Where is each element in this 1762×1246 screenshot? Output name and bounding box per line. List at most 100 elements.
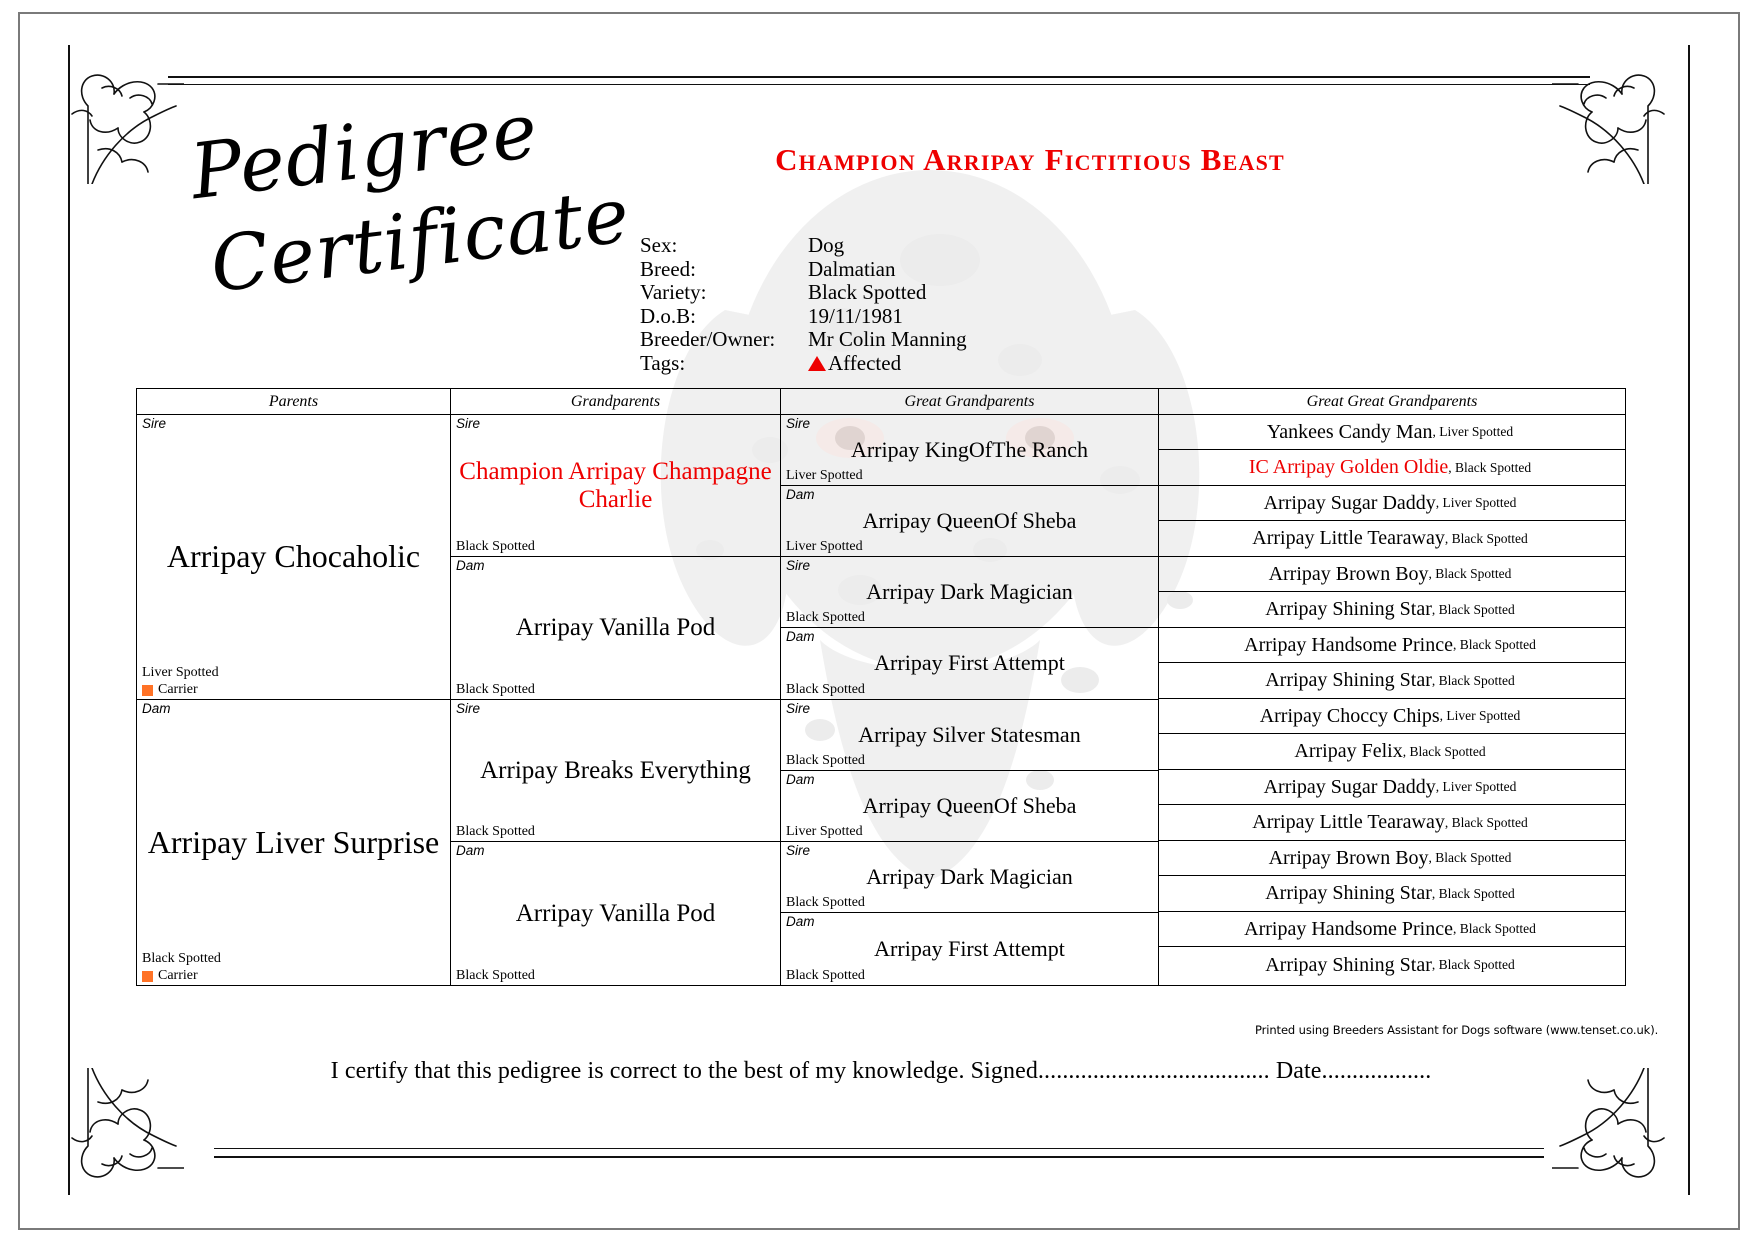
ggg-variety-16: , Black Spotted xyxy=(1431,957,1515,972)
carrier-square-icon xyxy=(142,970,153,982)
detail-value-breed: Dalmatian xyxy=(808,256,896,281)
ggg-name-6: Arripay Shining Star xyxy=(1265,598,1432,620)
pedigree-body: Sire Arripay Chocaholic Liver Spotted Ca… xyxy=(137,415,1625,985)
ggg-cell-16: Arripay Shining Star , Black Spotted xyxy=(1159,947,1625,983)
ggg-cell-14: Arripay Shining Star , Black Spotted xyxy=(1159,876,1625,912)
ggg-name-10: Arripay Felix xyxy=(1294,740,1403,762)
ggg-name-13: Arripay Brown Boy xyxy=(1268,846,1429,869)
ggg-name-16: Arripay Shining Star xyxy=(1265,953,1432,976)
dog-name-heading: Champion Arripay Fictitious Beast xyxy=(775,142,1285,177)
detail-row-breeder: Breeder/Owner: Mr Colin Manning xyxy=(640,327,967,352)
ggg-name-12: Arripay Little Tearaway xyxy=(1252,811,1445,833)
ggg-cell-3: Arripay Sugar Daddy , Liver Spotted xyxy=(1159,486,1625,521)
ggg-name-11: Arripay Sugar Daddy xyxy=(1263,775,1436,798)
ggg-cell-15: Arripay Handsome Prince , Black Spotted xyxy=(1159,912,1625,947)
great-grandparent-variety-3: Black Spotted xyxy=(786,610,865,625)
parent-variety-sire: Liver Spotted xyxy=(142,665,219,680)
role-label: Sire xyxy=(456,416,481,431)
tag-affected-label: Affected xyxy=(828,350,902,375)
detail-value-sex: Dog xyxy=(808,233,845,257)
detail-label-breed: Breed: xyxy=(640,256,696,281)
role-label-dam: Dam xyxy=(142,701,171,716)
ggg-cell-11: Arripay Sugar Daddy , Liver Spotted xyxy=(1159,770,1625,805)
bottom-rule-outer xyxy=(214,1156,1544,1158)
great-grandparent-variety-4: Black Spotted xyxy=(786,682,865,697)
grandparent-name-3: Arripay Breaks Everything xyxy=(480,756,751,784)
role-label: Dam xyxy=(786,487,815,502)
great-grandparent-cell-2: Dam Arripay QueenOf Sheba Liver Spotted xyxy=(781,486,1158,557)
great-grandparent-cell-8: Dam Arripay First Attempt Black Spotted xyxy=(781,913,1158,985)
ggg-cell-5: Arripay Brown Boy , Black Spotted xyxy=(1159,557,1625,592)
great-grandparent-cell-3: Sire Arripay Dark Magician Black Spotted xyxy=(781,557,1158,628)
dog-details: Sex: Dog Breed: Dalmatian Variety: Black… xyxy=(640,233,967,376)
ggg-cell-8: Arripay Shining Star , Black Spotted xyxy=(1159,663,1625,699)
ggg-variety-9: , Liver Spotted xyxy=(1439,708,1521,723)
ggg-variety-10: , Black Spotted xyxy=(1402,743,1486,759)
great-grandparent-name-5: Arripay Silver Statesman xyxy=(858,721,1081,747)
role-label: Sire xyxy=(786,558,811,573)
great-grandparent-variety-7: Black Spotted xyxy=(786,895,865,910)
parent-name-sire: Arripay Chocaholic xyxy=(166,538,421,575)
ggg-name-9: Arripay Choccy Chips xyxy=(1259,704,1440,727)
ggg-variety-11: , Liver Spotted xyxy=(1435,779,1517,794)
role-label: Sire xyxy=(456,701,481,716)
detail-value-breeder: Mr Colin Manning xyxy=(808,327,967,351)
ggg-variety-5: , Black Spotted xyxy=(1428,566,1512,581)
grandparent-name-4: Arripay Vanilla Pod xyxy=(515,899,716,927)
detail-value-tags: Affected xyxy=(808,350,902,376)
parent-name-dam: Arripay Liver Surprise xyxy=(147,823,440,860)
role-label: Sire xyxy=(786,843,811,858)
ggg-cell-7: Arripay Handsome Prince , Black Spotted xyxy=(1159,628,1625,663)
grandparent-cell-2: Dam Arripay Vanilla Pod Black Spotted xyxy=(451,557,780,700)
great-grandparent-name-1: Arripay KingOfThe Ranch xyxy=(850,436,1089,462)
great-grandparent-name-4: Arripay First Attempt xyxy=(874,650,1065,676)
great-grandparent-cell-7: Sire Arripay Dark Magician Black Spotted xyxy=(781,842,1158,913)
grandparents-column: Sire Champion Arripay Champagne Charlie … xyxy=(451,415,781,985)
pedigree-table: Parents Grandparents Great Grandparents … xyxy=(136,388,1626,986)
ggg-name-3: Arripay Sugar Daddy xyxy=(1263,491,1436,514)
detail-row-sex: Sex: Dog xyxy=(640,233,967,258)
carrier-label-sire: Carrier xyxy=(158,682,198,697)
detail-row-variety: Variety: Black Spotted xyxy=(640,280,967,305)
great-grandparent-variety-8: Black Spotted xyxy=(786,968,865,983)
top-rule-outer xyxy=(168,76,1590,78)
top-rule-inner xyxy=(168,84,1590,85)
ggg-variety-8: , Black Spotted xyxy=(1431,672,1515,688)
parent-cell-sire: Sire Arripay Chocaholic Liver Spotted Ca… xyxy=(137,415,450,700)
ggg-variety-3: , Liver Spotted xyxy=(1435,495,1517,510)
great-grandparent-name-6: Arripay QueenOf Sheba xyxy=(862,792,1077,818)
parent-cell-dam: Dam Arripay Liver Surprise Black Spotted… xyxy=(137,700,450,985)
great-grandparent-name-8: Arripay First Attempt xyxy=(874,935,1065,961)
column-header-great-great-grandparents: Great Great Grandparents xyxy=(1306,393,1478,410)
ggg-cell-12: Arripay Little Tearaway , Black Spotted xyxy=(1159,805,1625,841)
great-grandparents-column: Sire Arripay KingOfThe Ranch Liver Spott… xyxy=(781,415,1159,985)
role-label: Sire xyxy=(786,416,811,431)
detail-label-tags: Tags: xyxy=(640,350,686,375)
great-grandparent-variety-2: Liver Spotted xyxy=(786,539,863,554)
ggg-name-15: Arripay Handsome Prince xyxy=(1244,917,1453,940)
certificate-page: Pedigree Certificate Champion Arripay Fi… xyxy=(0,0,1762,1246)
ggg-name-1: Yankees Candy Man xyxy=(1266,420,1433,443)
pedigree-header-row: Parents Grandparents Great Grandparents … xyxy=(137,389,1625,415)
great-grandparent-name-2: Arripay QueenOf Sheba xyxy=(862,507,1077,533)
carrier-square-icon xyxy=(142,684,153,696)
role-label: Dam xyxy=(456,843,485,858)
great-grandparent-variety-6: Liver Spotted xyxy=(786,824,863,839)
detail-label-dob: D.o.B: xyxy=(640,303,697,328)
carrier-label-dam: Carrier xyxy=(158,968,198,983)
ggg-name-7: Arripay Handsome Prince xyxy=(1244,633,1453,656)
ggg-variety-13: , Black Spotted xyxy=(1428,850,1512,865)
ggg-name-5: Arripay Brown Boy xyxy=(1268,562,1429,585)
great-grandparent-cell-5: Sire Arripay Silver Statesman Black Spot… xyxy=(781,700,1158,771)
column-header-parents: Parents xyxy=(137,389,451,414)
great-grandparent-variety-1: Liver Spotted xyxy=(786,468,863,483)
ggg-variety-12: , Black Spotted xyxy=(1444,814,1528,830)
ggg-name-8: Arripay Shining Star xyxy=(1265,669,1432,691)
great-grandparent-cell-1: Sire Arripay KingOfThe Ranch Liver Spott… xyxy=(781,415,1158,486)
grandparent-variety-4: Black Spotted xyxy=(456,968,535,983)
grandparent-cell-3: Sire Arripay Breaks Everything Black Spo… xyxy=(451,700,780,842)
parent-carrier-sire: Carrier xyxy=(142,682,198,698)
grandparent-name-2: Arripay Vanilla Pod xyxy=(515,614,716,642)
ggg-cell-4: Arripay Little Tearaway , Black Spotted xyxy=(1159,521,1625,557)
ggg-variety-1: , Liver Spotted xyxy=(1432,424,1514,439)
